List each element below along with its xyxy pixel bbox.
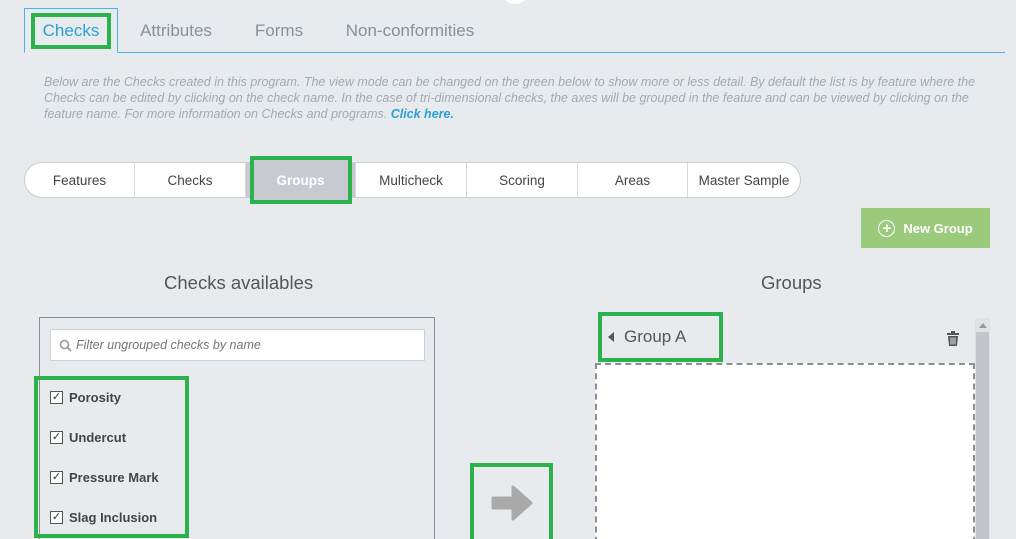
checkbox[interactable]: ✓ (50, 431, 63, 444)
new-group-button[interactable]: + New Group (861, 208, 990, 248)
scroll-up-icon[interactable] (975, 318, 990, 332)
description: Below are the Checks created in this pro… (44, 74, 984, 122)
check-item-pressure-mark[interactable]: ✓ Pressure Mark (50, 470, 159, 485)
check-item-undercut[interactable]: ✓ Undercut (50, 430, 126, 445)
view-features[interactable]: Features (25, 163, 135, 197)
filter-checks-input[interactable] (76, 338, 406, 352)
view-scoring[interactable]: Scoring (467, 163, 578, 197)
delete-group-button[interactable] (946, 331, 960, 351)
move-to-group-button[interactable] (470, 463, 553, 539)
group-header[interactable]: Group A (598, 312, 723, 362)
groups-scrollbar[interactable] (975, 318, 990, 539)
tab-forms[interactable]: Forms (254, 8, 304, 53)
check-item-slag-inclusion[interactable]: ✓ Slag Inclusion (50, 510, 157, 525)
tab-non-conformities[interactable]: Non-conformities (344, 8, 476, 53)
check-label: Slag Inclusion (69, 510, 158, 525)
view-checks[interactable]: Checks (135, 163, 246, 197)
checks-list: ✓ Porosity ✓ Undercut ✓ Pressure Mark ✓ … (34, 376, 189, 538)
view-master-sample[interactable]: Master Sample (688, 163, 800, 197)
check-label: Undercut (69, 430, 127, 445)
groups-title: Groups (761, 272, 822, 293)
checkbox[interactable]: ✓ (50, 511, 63, 524)
view-areas[interactable]: Areas (578, 163, 688, 197)
plus-circle-icon: + (878, 219, 896, 237)
checkbox[interactable]: ✓ (50, 471, 63, 484)
scroll-thumb[interactable] (976, 332, 989, 539)
top-handle (500, 0, 530, 4)
trash-icon (947, 331, 959, 346)
filter-box (50, 329, 425, 361)
help-link[interactable]: Click here. (391, 107, 454, 121)
view-groups-label: Groups (249, 156, 352, 204)
check-label: Porosity (69, 390, 122, 405)
description-text: Below are the Checks created in this pro… (44, 75, 976, 121)
arrow-right-icon (491, 485, 532, 521)
tab-attributes[interactable]: Attributes (138, 8, 214, 53)
main-tabs: Checks Attributes Forms Non-conformities (24, 8, 1005, 53)
checkbox[interactable]: ✓ (50, 391, 63, 404)
view-mode-switch: Features Checks Groups Multicheck Scorin… (24, 156, 801, 204)
group-name: Group A (624, 327, 687, 346)
view-groups[interactable]: Groups (246, 156, 356, 204)
check-item-porosity[interactable]: ✓ Porosity (50, 390, 121, 405)
check-label: Pressure Mark (69, 470, 159, 485)
view-multicheck[interactable]: Multicheck (356, 163, 467, 197)
caret-left-icon[interactable] (608, 332, 614, 342)
search-icon (59, 339, 72, 352)
tab-checks[interactable]: Checks (24, 8, 118, 53)
tab-checks-label: Checks (30, 12, 112, 49)
group-drop-zone[interactable] (595, 363, 975, 539)
new-group-label: New Group (903, 220, 973, 236)
checks-available-title: Checks availables (164, 272, 314, 293)
